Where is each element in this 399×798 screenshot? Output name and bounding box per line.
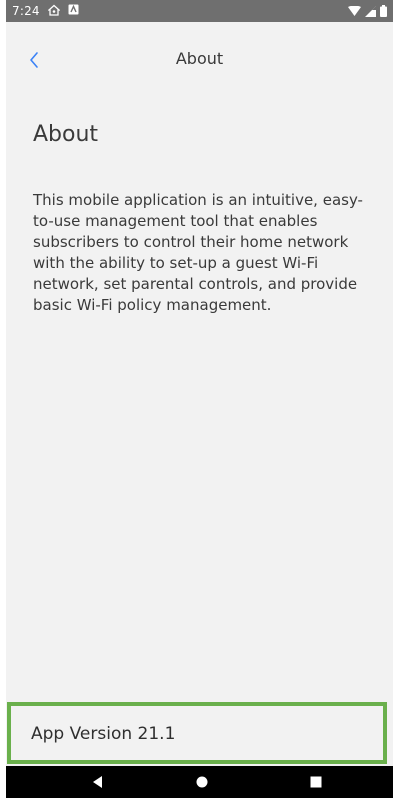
nav-back-button[interactable] xyxy=(88,772,108,792)
app-bar-title: About xyxy=(175,49,224,68)
app-version-label: App Version 21.1 xyxy=(31,724,176,744)
home-notification-icon xyxy=(47,4,61,19)
battery-icon xyxy=(380,2,387,21)
app-notification-icon xyxy=(68,4,79,18)
cellular-signal-icon xyxy=(365,2,376,21)
wifi-icon xyxy=(348,2,361,21)
status-time: 7:24 xyxy=(12,4,40,18)
page-heading: About xyxy=(33,122,99,147)
status-bar: 7:24 xyxy=(6,0,393,22)
status-right xyxy=(348,2,387,21)
about-description: This mobile application is an intuitive,… xyxy=(33,191,363,314)
nav-recents-button[interactable] xyxy=(306,772,326,792)
status-left: 7:24 xyxy=(12,4,79,19)
recents-square-icon xyxy=(306,776,326,796)
app-bar: About xyxy=(6,22,393,100)
app-version-row[interactable]: App Version 21.1 xyxy=(7,702,387,764)
back-triangle-icon xyxy=(88,776,108,796)
app-screen: 7:24 About About This mobile application… xyxy=(6,0,393,798)
system-nav-bar xyxy=(6,766,393,798)
home-circle-icon xyxy=(192,776,212,796)
nav-home-button[interactable] xyxy=(192,772,212,792)
